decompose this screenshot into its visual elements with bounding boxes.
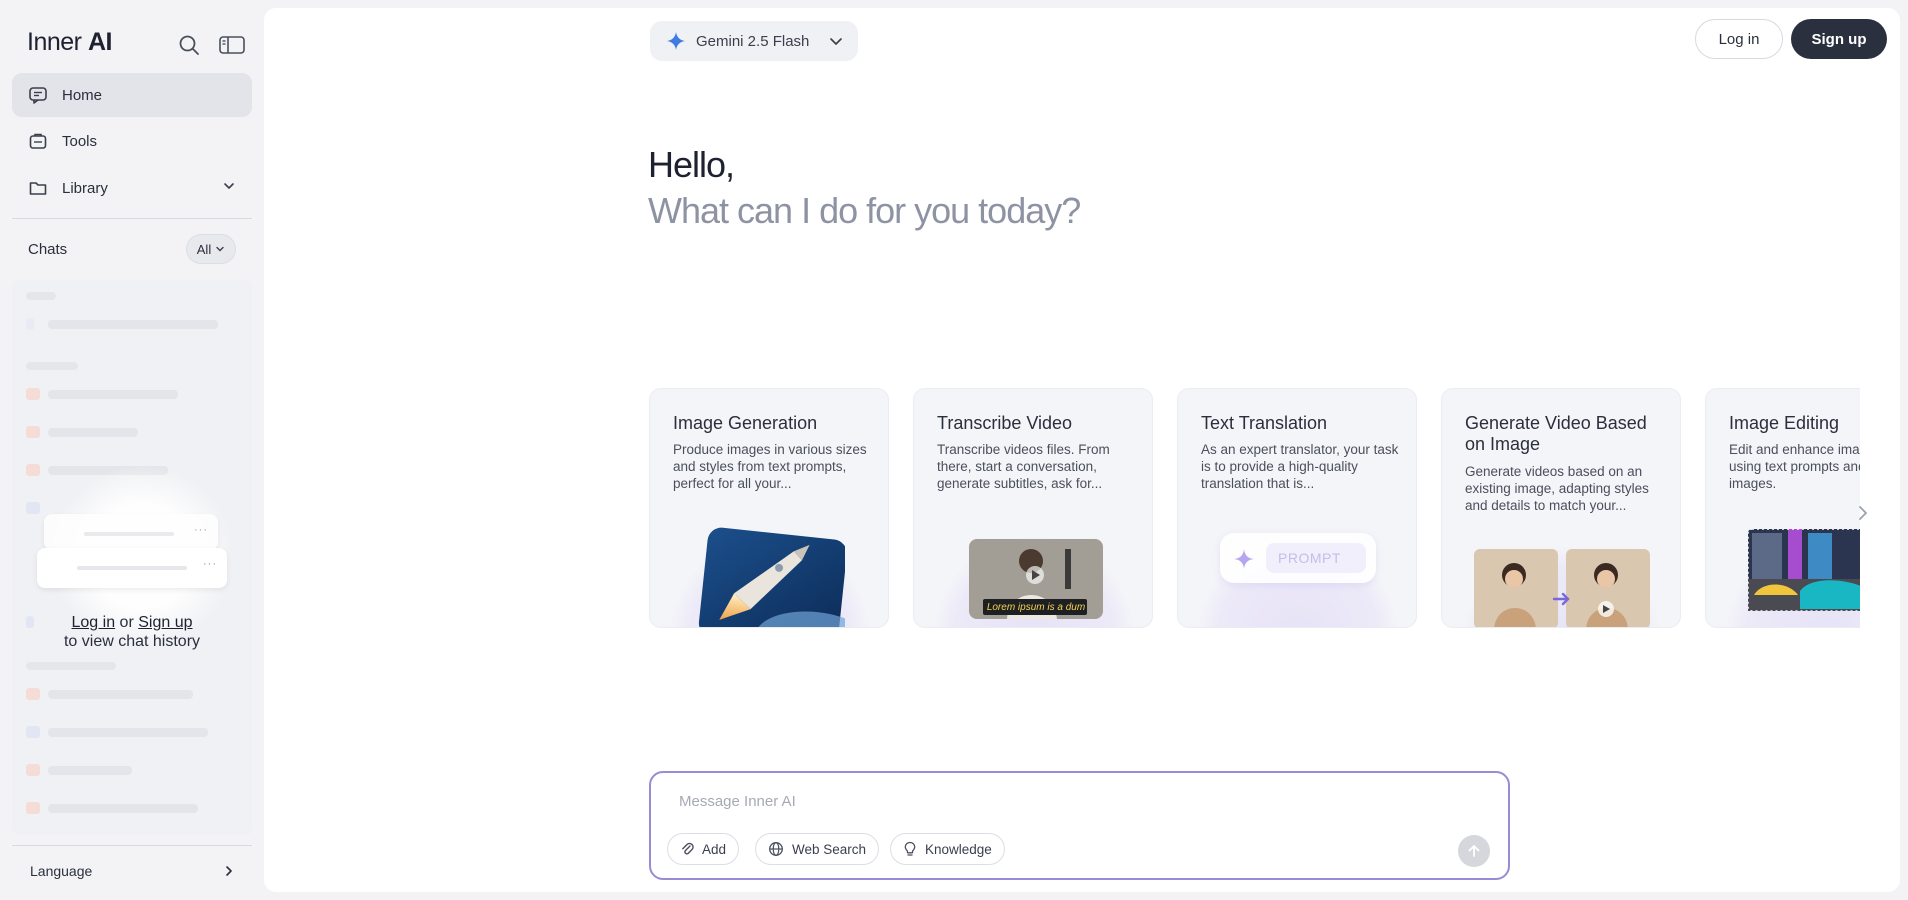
history-hint-text: to view chat history: [63, 633, 201, 650]
carousel-next-icon[interactable]: [1856, 503, 1870, 528]
paperclip-icon: [682, 842, 694, 855]
sidebar-item-library[interactable]: Library: [12, 166, 252, 210]
model-selector[interactable]: Gemini 2.5 Flash: [650, 21, 858, 61]
card-title: Generate Video Based on Image: [1465, 413, 1647, 454]
card-description: As an expert translator, your task is to…: [1201, 442, 1399, 491]
mock-chat-card: ···: [44, 514, 218, 550]
card-description: Transcribe videos files. From there, sta…: [937, 442, 1110, 491]
sidebar-item-label: Home: [62, 86, 103, 104]
tool-card-transcribe-video[interactable]: Transcribe Video Transcribe videos files…: [913, 388, 1153, 628]
search-icon[interactable]: [176, 32, 202, 58]
tools-icon: [28, 131, 48, 151]
login-link[interactable]: Log in: [72, 614, 116, 631]
message-composer: Add Web Search Knowledge: [649, 771, 1510, 880]
send-button[interactable]: [1458, 835, 1490, 867]
prompt-illustration: PROMPT: [1178, 517, 1416, 627]
sidebar-item-label: Library: [62, 179, 108, 197]
sparkle-icon: [1234, 549, 1254, 569]
sidebar-item-tools[interactable]: Tools: [12, 119, 252, 163]
rocket-image: [650, 517, 888, 627]
add-button[interactable]: Add: [667, 833, 740, 865]
login-button[interactable]: Log in: [1695, 19, 1783, 59]
tool-card-image-generation[interactable]: Image Generation Produce images in vario…: [649, 388, 889, 628]
sidebar-item-home[interactable]: Home: [12, 73, 252, 117]
knowledge-label: Knowledge: [925, 841, 992, 857]
card-title: Text Translation: [1201, 413, 1328, 433]
arrow-up-icon: [1468, 845, 1480, 857]
card-title: Image Editing: [1729, 413, 1840, 433]
sidebar: Inner AI Home Tools Library Chats All ··…: [0, 0, 264, 900]
chevron-right-icon[interactable]: [222, 864, 236, 883]
tool-card-text-translation[interactable]: Text Translation As an expert translator…: [1177, 388, 1417, 628]
chevron-down-icon: [222, 179, 236, 197]
greeting-subheading: What can I do for you today?: [648, 190, 1081, 231]
web-search-label: Web Search: [792, 841, 867, 857]
prompt-sample: PROMPT: [1266, 543, 1366, 573]
chats-heading: Chats: [28, 241, 68, 258]
divider: [12, 218, 252, 219]
app-logo[interactable]: Inner AI: [27, 28, 112, 57]
signup-link[interactable]: Sign up: [138, 614, 192, 631]
divider: [12, 845, 252, 846]
chat-icon: [28, 85, 48, 105]
chats-filter-value: All: [196, 241, 212, 257]
card-description: Generate videos based on an existing ima…: [1465, 464, 1649, 513]
greeting-heading: Hello,: [648, 144, 735, 185]
tool-card-image-editing[interactable]: Image Editing Edit and enhance images wi…: [1705, 388, 1860, 628]
knowledge-button[interactable]: Knowledge: [890, 833, 1005, 865]
language-item[interactable]: Language: [30, 863, 92, 879]
logo-text-light: Inner: [27, 28, 82, 56]
login-prompt: ··· ··· Log in or Sign up to view chat h…: [12, 460, 252, 660]
logo-text-bold: AI: [87, 28, 113, 56]
login-hint: Log in or Sign up to view chat history: [12, 613, 252, 651]
gemini-sparkle-icon: [666, 31, 686, 51]
subtitle-sample: Lorem ipsum is a dum: [986, 602, 1086, 613]
add-label: Add: [702, 841, 727, 857]
folder-icon: [28, 178, 48, 198]
or-text: or: [119, 614, 134, 631]
tools-carousel: Image Generation Produce images in vario…: [649, 388, 1860, 638]
chevron-down-icon: [828, 33, 844, 53]
signup-button[interactable]: Sign up: [1791, 19, 1887, 59]
card-title: Transcribe Video: [937, 413, 1073, 433]
mock-chat-card: ···: [37, 548, 227, 588]
main-panel: Gemini 2.5 Flash Log in Sign up Hello, W…: [264, 8, 1900, 892]
chevron-down-icon: [216, 246, 224, 252]
card-description: Produce images in various sizes and styl…: [673, 442, 867, 491]
card-title: Image Generation: [673, 413, 818, 433]
card-description: Edit and enhance images with AI using te…: [1729, 442, 1860, 491]
sidebar-toggle-icon[interactable]: [218, 32, 246, 58]
image-to-video-illustration: [1442, 527, 1680, 627]
image-editing-illustration: [1706, 517, 1860, 627]
globe-icon: [769, 842, 783, 856]
model-name: Gemini 2.5 Flash: [696, 32, 810, 50]
video-thumbnail-image: Lorem ipsum is a dum: [914, 517, 1152, 627]
tool-card-generate-video[interactable]: Generate Video Based on Image Generate v…: [1441, 388, 1681, 628]
sidebar-item-label: Tools: [62, 132, 98, 150]
lightbulb-icon: [904, 841, 916, 856]
chats-filter-dropdown[interactable]: All: [186, 234, 236, 264]
message-input[interactable]: [679, 789, 1459, 813]
web-search-button[interactable]: Web Search: [755, 833, 880, 865]
